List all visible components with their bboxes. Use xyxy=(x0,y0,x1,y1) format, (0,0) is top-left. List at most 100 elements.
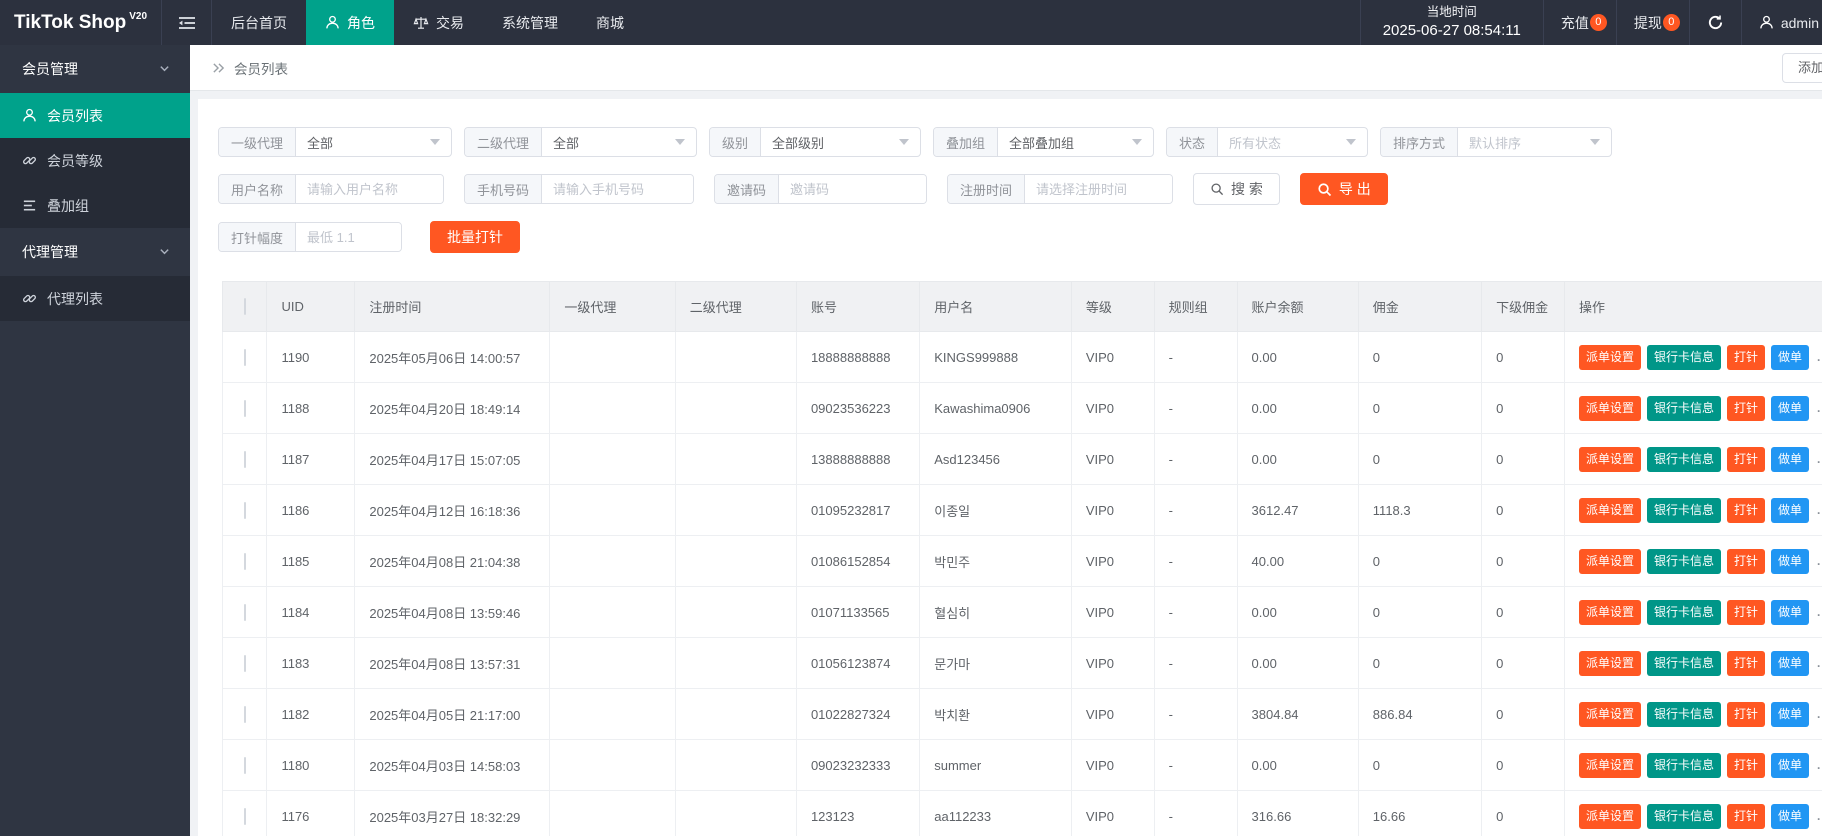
nav-dashboard[interactable]: 后台首页 xyxy=(212,0,306,45)
status-select[interactable]: 状态 所有状态 xyxy=(1166,127,1368,157)
inject-button[interactable]: 打针 xyxy=(1726,803,1765,829)
export-button[interactable]: 导 出 xyxy=(1299,173,1388,205)
more-actions-button[interactable]: ... xyxy=(1815,702,1822,727)
bank-card-info-button[interactable]: 银行卡信息 xyxy=(1646,701,1721,727)
recharge-menu[interactable]: 充值 0 xyxy=(1542,0,1616,45)
more-actions-button[interactable]: ... xyxy=(1815,447,1822,472)
bank-card-info-button[interactable]: 银行卡信息 xyxy=(1646,497,1721,523)
make-order-button[interactable]: 做单 xyxy=(1770,497,1809,523)
inject-button[interactable]: 打针 xyxy=(1726,446,1765,472)
more-actions-button[interactable]: ... xyxy=(1815,804,1822,829)
bank-card-info-button[interactable]: 银行卡信息 xyxy=(1646,803,1721,829)
make-order-button[interactable]: 做单 xyxy=(1770,701,1809,727)
sidebar-toggle-icon[interactable] xyxy=(162,0,212,45)
row-checkbox[interactable] xyxy=(243,756,246,774)
username-input[interactable] xyxy=(296,175,443,203)
inject-range-input[interactable] xyxy=(296,223,401,251)
row-checkbox[interactable] xyxy=(243,654,246,672)
level-select[interactable]: 级别 全部级别 xyxy=(709,127,921,157)
agent1-select[interactable]: 一级代理 全部 xyxy=(218,127,452,157)
more-actions-button[interactable]: ... xyxy=(1815,549,1822,574)
make-order-button[interactable]: 做单 xyxy=(1770,803,1809,829)
inject-button[interactable]: 打针 xyxy=(1726,599,1765,625)
cell-agent1 xyxy=(549,637,676,689)
dispatch-settings-button[interactable]: 派单设置 xyxy=(1578,446,1641,472)
bank-card-info-button[interactable]: 银行卡信息 xyxy=(1646,548,1721,574)
cell-account: 09023232333 xyxy=(795,739,921,791)
reg-time-input[interactable] xyxy=(1025,175,1172,203)
more-actions-button[interactable]: ... xyxy=(1815,345,1822,370)
dispatch-settings-button[interactable]: 派单设置 xyxy=(1578,752,1641,778)
bank-card-info-button[interactable]: 银行卡信息 xyxy=(1646,446,1721,472)
inject-button[interactable]: 打针 xyxy=(1726,650,1765,676)
row-checkbox[interactable] xyxy=(243,501,246,519)
nav-mall[interactable]: 商城 xyxy=(577,0,643,45)
search-button[interactable]: 搜 索 xyxy=(1193,173,1280,205)
dispatch-settings-button[interactable]: 派单设置 xyxy=(1578,395,1641,421)
dispatch-settings-button[interactable]: 派单设置 xyxy=(1578,344,1641,370)
sidebar-group-agent-management[interactable]: 代理管理 xyxy=(0,228,190,276)
make-order-button[interactable]: 做单 xyxy=(1770,599,1809,625)
more-actions-button[interactable]: ... xyxy=(1815,651,1822,676)
refresh-button[interactable] xyxy=(1688,0,1741,45)
stack-group-select[interactable]: 叠加组 全部叠加组 xyxy=(933,127,1154,157)
dispatch-settings-button[interactable]: 派单设置 xyxy=(1578,497,1641,523)
sidebar-item-member-list[interactable]: 会员列表 xyxy=(0,93,190,138)
inject-button[interactable]: 打针 xyxy=(1726,548,1765,574)
dispatch-settings-button[interactable]: 派单设置 xyxy=(1578,803,1641,829)
nav-system[interactable]: 系统管理 xyxy=(483,0,577,45)
cell-actions: 派单设置银行卡信息打针做单... xyxy=(1563,790,1822,836)
bank-card-info-button[interactable]: 银行卡信息 xyxy=(1646,344,1721,370)
inject-button[interactable]: 打针 xyxy=(1726,395,1765,421)
bank-card-info-button[interactable]: 银行卡信息 xyxy=(1646,752,1721,778)
phone-input[interactable] xyxy=(542,175,693,203)
inject-button[interactable]: 打针 xyxy=(1726,752,1765,778)
nav-trade[interactable]: 交易 xyxy=(394,0,483,45)
sidebar-item-agent-list[interactable]: 代理列表 xyxy=(0,276,190,321)
agent2-select[interactable]: 二级代理 全部 xyxy=(464,127,697,157)
dispatch-settings-button[interactable]: 派单设置 xyxy=(1578,599,1641,625)
make-order-button[interactable]: 做单 xyxy=(1770,548,1809,574)
dispatch-settings-button[interactable]: 派单设置 xyxy=(1578,548,1641,574)
admin-user-menu[interactable]: admin xyxy=(1740,0,1822,45)
row-checkbox[interactable] xyxy=(243,603,246,621)
select-all-checkbox[interactable] xyxy=(243,298,246,315)
more-actions-button[interactable]: ... xyxy=(1815,600,1822,625)
sidebar-item-member-level[interactable]: 会员等级 xyxy=(0,138,190,183)
bank-card-info-button[interactable]: 银行卡信息 xyxy=(1646,650,1721,676)
row-checkbox[interactable] xyxy=(243,552,246,570)
make-order-button[interactable]: 做单 xyxy=(1770,650,1809,676)
row-checkbox[interactable] xyxy=(243,807,246,825)
bank-card-info-button[interactable]: 银行卡信息 xyxy=(1646,599,1721,625)
inject-button[interactable]: 打针 xyxy=(1726,701,1765,727)
sidebar-item-stack-group[interactable]: 叠加组 xyxy=(0,183,190,228)
row-checkbox[interactable] xyxy=(243,450,246,468)
sort-value: 默认排序 xyxy=(1469,135,1522,151)
more-actions-button[interactable]: ... xyxy=(1815,498,1822,523)
column-header: 账号 xyxy=(795,281,921,332)
inject-button[interactable]: 打针 xyxy=(1726,497,1765,523)
cell-agent1 xyxy=(549,586,676,638)
add-member-button[interactable]: 添加会员 xyxy=(1782,53,1822,83)
row-checkbox[interactable] xyxy=(243,348,246,366)
more-actions-button[interactable]: ... xyxy=(1815,753,1822,778)
invite-code-input[interactable] xyxy=(779,175,926,203)
bank-card-info-button[interactable]: 银行卡信息 xyxy=(1646,395,1721,421)
sort-select[interactable]: 排序方式 默认排序 xyxy=(1380,127,1612,157)
make-order-button[interactable]: 做单 xyxy=(1770,446,1809,472)
sidebar-group-member-management[interactable]: 会员管理 xyxy=(0,45,190,93)
dispatch-settings-button[interactable]: 派单设置 xyxy=(1578,650,1641,676)
make-order-button[interactable]: 做单 xyxy=(1770,395,1809,421)
cell-account: 01071133565 xyxy=(795,586,921,638)
withdraw-menu[interactable]: 提现 0 xyxy=(1615,0,1689,45)
make-order-button[interactable]: 做单 xyxy=(1770,344,1809,370)
batch-inject-button[interactable]: 批量打针 xyxy=(430,221,520,253)
inject-button[interactable]: 打针 xyxy=(1726,344,1765,370)
cell-sub_commission: 0 xyxy=(1481,586,1565,638)
make-order-button[interactable]: 做单 xyxy=(1770,752,1809,778)
row-checkbox[interactable] xyxy=(243,399,246,417)
more-actions-button[interactable]: ... xyxy=(1815,396,1822,421)
nav-roles[interactable]: 角色 xyxy=(306,0,394,45)
dispatch-settings-button[interactable]: 派单设置 xyxy=(1578,701,1641,727)
row-checkbox[interactable] xyxy=(243,705,246,723)
